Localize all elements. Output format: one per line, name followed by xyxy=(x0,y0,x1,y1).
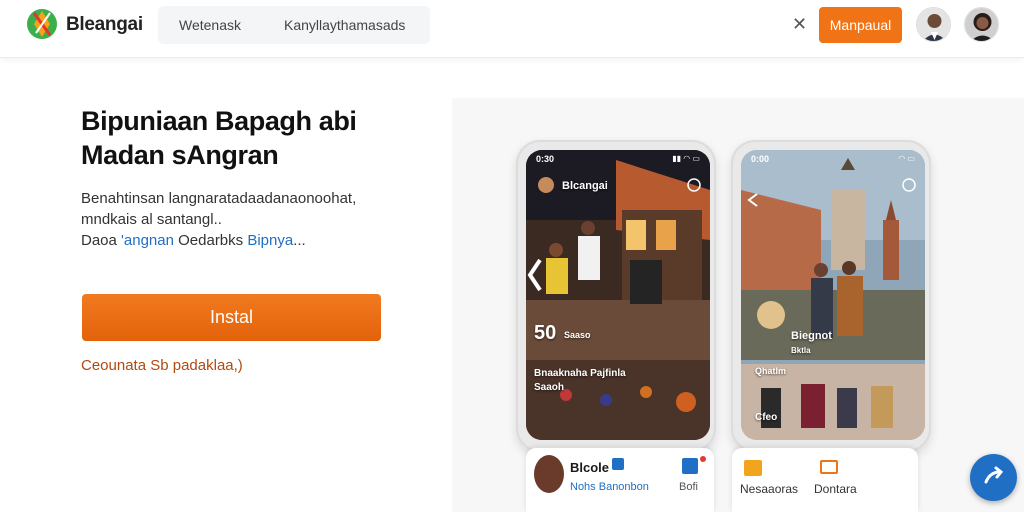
card-sub: Nohs Banonbon xyxy=(570,481,649,493)
home-icon[interactable] xyxy=(744,460,762,476)
desc-line-3b: Oedarbks xyxy=(173,232,248,249)
status-icons: ▮▮ ◠ ▭ xyxy=(672,154,700,163)
quick-actions-card: Nesaaoras Dontara xyxy=(732,448,918,512)
avatar xyxy=(534,455,564,493)
secondary-link[interactable]: Ceounata Sb padaklaa,) xyxy=(81,357,243,374)
status-time: 0:00 xyxy=(751,154,770,164)
action-label-1[interactable]: Nesaaoras xyxy=(740,482,798,496)
desc-line-3a: Daoa xyxy=(81,232,122,249)
status-time: 0:30 xyxy=(536,154,555,164)
desc-link-2[interactable]: Bipnya xyxy=(247,232,293,249)
desc-line-2: mndkais al santangl.. xyxy=(81,211,222,228)
brand-logo-icon[interactable] xyxy=(26,7,58,41)
caption-small: Qhatlm xyxy=(755,366,787,376)
phone-screen-left: 0:30 ▮▮ ◠ ▭ Blcangai 50 Saaso Bnaaknaha … xyxy=(526,150,710,440)
app-title: Blcangai xyxy=(562,180,608,192)
avatar[interactable] xyxy=(964,7,999,42)
heritage-scene-image xyxy=(741,150,925,440)
title-line-1: Bipuniaan Bapagh abi xyxy=(81,106,357,136)
phone-screen-right: 0:00 ◠ ▭ Biegnot Bktla Qhatlm Cfeo xyxy=(741,150,925,440)
profile-card[interactable]: Blcole Nohs Banonbon Bofi xyxy=(526,448,714,512)
desc-line-1: Benahtinsan langnaratadaadanaonoohat, xyxy=(81,190,357,207)
close-icon[interactable]: ✕ xyxy=(792,14,807,35)
caption-line-2: Saaoh xyxy=(534,382,565,393)
bookmark-icon[interactable] xyxy=(682,458,698,474)
chat-fab-button[interactable] xyxy=(970,454,1017,501)
install-button[interactable]: Instal xyxy=(82,294,381,341)
stat-count: 50 xyxy=(534,322,557,344)
brand-name[interactable]: Bleangai xyxy=(66,14,143,36)
notification-dot-icon xyxy=(700,456,706,462)
top-header: Bleangai Wetenask Kanyllaythamasads ✕ Ma… xyxy=(0,0,1024,58)
card-name: Blcole xyxy=(570,460,610,475)
phone-mockup-left: 0:30 ▮▮ ◠ ▭ Blcangai 50 Saaso Bnaaknaha … xyxy=(516,140,716,452)
avatar[interactable] xyxy=(916,7,951,42)
shop-icon[interactable] xyxy=(820,460,838,474)
page-title: Bipuniaan Bapagh abi Madan sAngran xyxy=(81,104,421,172)
caption-line-1: Bnaaknaha Pajfinla xyxy=(534,368,626,379)
desc-link-1[interactable]: 'angnan xyxy=(121,232,174,249)
stat-label: Saaso xyxy=(564,330,591,340)
card-tail: Bofi xyxy=(679,481,698,493)
nav-link-2[interactable]: Kanyllaythamasads xyxy=(284,17,405,33)
profile-sub: Bktla xyxy=(791,346,811,355)
hero-description: Benahtinsan langnaratadaadanaonoohat, mn… xyxy=(81,188,421,251)
title-line-2: Madan sAngran xyxy=(81,140,279,170)
caption: Cfeo xyxy=(755,412,778,423)
header-primary-button[interactable]: Manpaual xyxy=(819,7,902,43)
verified-icon xyxy=(612,458,624,470)
profile-name: Biegnot xyxy=(791,330,832,342)
nav-link-1[interactable]: Wetenask xyxy=(179,17,241,33)
chat-icon xyxy=(984,466,1004,484)
phone-mockup-right: 0:00 ◠ ▭ Biegnot Bktla Qhatlm Cfeo xyxy=(731,140,931,452)
action-label-2[interactable]: Dontara xyxy=(814,482,857,496)
street-scene-image xyxy=(526,150,710,440)
desc-line-3c: ... xyxy=(293,232,306,249)
status-icons: ◠ ▭ xyxy=(898,154,915,163)
